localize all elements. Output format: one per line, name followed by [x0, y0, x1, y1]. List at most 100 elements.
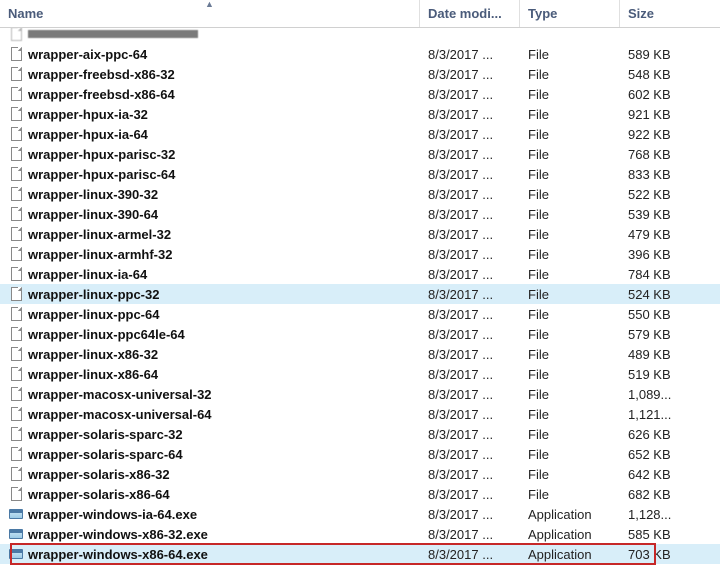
file-size-label: 519 KB: [620, 367, 710, 382]
table-row[interactable]: wrapper-macosx-universal-32 8/3/2017 ...F…: [0, 384, 720, 404]
table-row[interactable]: wrapper-linux-armel-328/3/2017 ...File47…: [0, 224, 720, 244]
file-type-label: File: [520, 87, 620, 102]
file-icon: [8, 66, 24, 82]
file-size-label: 922 KB: [620, 127, 710, 142]
table-row[interactable]: wrapper-hpux-ia-648/3/2017 ...File922 KB: [0, 124, 720, 144]
file-type-label: File: [520, 387, 620, 402]
file-date-label: 8/3/2017 ...: [420, 547, 520, 562]
file-name-label: [28, 30, 198, 38]
file-size-label: 548 KB: [620, 67, 710, 82]
file-size-label: 589 KB: [620, 47, 710, 62]
table-row[interactable]: wrapper-linux-x86-328/3/2017 ...File489 …: [0, 344, 720, 364]
file-icon: [8, 46, 24, 62]
file-icon: [8, 28, 24, 42]
file-name-label: wrapper-hpux-parisc-32: [28, 147, 175, 162]
table-row[interactable]: wrapper-linux-x86-648/3/2017 ...File519 …: [0, 364, 720, 384]
file-type-label: File: [520, 107, 620, 122]
file-date-label: 8/3/2017 ...: [420, 367, 520, 382]
file-type-label: File: [520, 427, 620, 442]
file-size-label: 602 KB: [620, 87, 710, 102]
file-size-label: 524 KB: [620, 287, 710, 302]
file-name-label: wrapper-hpux-parisc-64: [28, 167, 175, 182]
application-icon: [8, 546, 24, 562]
table-row[interactable]: wrapper-hpux-ia-328/3/2017 ...File921 KB: [0, 104, 720, 124]
sort-ascending-icon: ▲: [205, 0, 214, 9]
file-type-label: Application: [520, 507, 620, 522]
file-icon: [8, 246, 24, 262]
table-row[interactable]: wrapper-freebsd-x86-328/3/2017 ...File54…: [0, 64, 720, 84]
file-name-label: wrapper-linux-390-64: [28, 207, 158, 222]
file-size-label: 642 KB: [620, 467, 710, 482]
file-icon: [8, 206, 24, 222]
file-icon: [8, 486, 24, 502]
file-size-label: 833 KB: [620, 167, 710, 182]
table-row[interactable]: wrapper-linux-armhf-328/3/2017 ...File39…: [0, 244, 720, 264]
file-icon: [8, 446, 24, 462]
file-size-label: 682 KB: [620, 487, 710, 502]
table-row[interactable]: wrapper-linux-390-648/3/2017 ...File539 …: [0, 204, 720, 224]
file-date-label: 8/3/2017 ...: [420, 147, 520, 162]
table-row[interactable]: wrapper-hpux-parisc-328/3/2017 ...File76…: [0, 144, 720, 164]
file-icon: [8, 306, 24, 322]
file-date-label: 8/3/2017 ...: [420, 47, 520, 62]
file-icon: [8, 106, 24, 122]
file-name-label: wrapper-windows-ia-64.exe: [28, 507, 197, 522]
file-size-label: 522 KB: [620, 187, 710, 202]
file-size-label: 479 KB: [620, 227, 710, 242]
file-icon: [8, 146, 24, 162]
file-icon: [8, 226, 24, 242]
file-name-label: wrapper-solaris-sparc-32: [28, 427, 183, 442]
file-date-label: 8/3/2017 ...: [420, 407, 520, 422]
table-row[interactable]: wrapper-linux-390-328/3/2017 ...File522 …: [0, 184, 720, 204]
file-type-label: File: [520, 47, 620, 62]
table-row[interactable]: wrapper-windows-x86-64.exe8/3/2017 ...Ap…: [0, 544, 720, 564]
file-date-label: 8/3/2017 ...: [420, 507, 520, 522]
file-size-label: 579 KB: [620, 327, 710, 342]
file-size-label: 626 KB: [620, 427, 710, 442]
file-date-label: 8/3/2017 ...: [420, 267, 520, 282]
file-name-label: wrapper-solaris-x86-32: [28, 467, 170, 482]
table-row[interactable]: wrapper-aix-ppc-648/3/2017 ...File589 KB: [0, 44, 720, 64]
column-header-date[interactable]: Date modi...: [420, 0, 520, 27]
column-header-type[interactable]: Type: [520, 0, 620, 27]
table-row[interactable]: wrapper-freebsd-x86-648/3/2017 ...File60…: [0, 84, 720, 104]
table-row[interactable]: wrapper-linux-ppc-648/3/2017 ...File550 …: [0, 304, 720, 324]
file-name-label: wrapper-macosx-universal-32: [28, 387, 212, 402]
table-row[interactable]: wrapper-windows-ia-64.exe 8/3/2017 ...App…: [0, 504, 720, 524]
table-row[interactable]: wrapper-linux-ia-648/3/2017 ...File784 K…: [0, 264, 720, 284]
column-header-row: ▲ Name Date modi... Type Size: [0, 0, 720, 28]
file-type-label: File: [520, 487, 620, 502]
file-size-label: 768 KB: [620, 147, 710, 162]
file-icon: [8, 426, 24, 442]
column-header-name[interactable]: ▲ Name: [0, 0, 420, 27]
table-row[interactable]: [0, 28, 710, 44]
file-name-label: wrapper-linux-390-32: [28, 187, 158, 202]
table-row[interactable]: wrapper-linux-ppc64le-648/3/2017 ...File…: [0, 324, 720, 344]
file-size-label: 585 KB: [620, 527, 710, 542]
file-size-label: 550 KB: [620, 307, 710, 322]
table-row[interactable]: wrapper-solaris-x86-648/3/2017 ...File68…: [0, 484, 720, 504]
file-icon: [8, 266, 24, 282]
file-name-label: wrapper-freebsd-x86-64: [28, 87, 175, 102]
table-row[interactable]: wrapper-hpux-parisc-648/3/2017 ...File83…: [0, 164, 720, 184]
table-row[interactable]: wrapper-linux-ppc-328/3/2017 ...File524 …: [0, 284, 720, 304]
file-type-label: File: [520, 287, 620, 302]
file-name-label: wrapper-solaris-x86-64: [28, 487, 170, 502]
table-row[interactable]: wrapper-solaris-sparc-648/3/2017 ...File…: [0, 444, 720, 464]
file-date-label: 8/3/2017 ...: [420, 387, 520, 402]
file-date-label: 8/3/2017 ...: [420, 227, 520, 242]
column-header-size[interactable]: Size: [620, 0, 710, 27]
file-name-label: wrapper-freebsd-x86-32: [28, 67, 175, 82]
file-type-label: File: [520, 67, 620, 82]
file-icon: [8, 346, 24, 362]
table-row[interactable]: wrapper-windows-x86-32.exe8/3/2017 ...Ap…: [0, 524, 720, 544]
file-type-label: File: [520, 267, 620, 282]
table-row[interactable]: wrapper-solaris-x86-328/3/2017 ...File64…: [0, 464, 720, 484]
file-type-label: File: [520, 447, 620, 462]
column-header-type-label: Type: [528, 6, 557, 21]
file-type-label: File: [520, 347, 620, 362]
file-size-label: 489 KB: [620, 347, 710, 362]
file-name-label: wrapper-hpux-ia-64: [28, 127, 148, 142]
table-row[interactable]: wrapper-solaris-sparc-328/3/2017 ...File…: [0, 424, 720, 444]
table-row[interactable]: wrapper-macosx-universal-648/3/2017 ...F…: [0, 404, 720, 424]
